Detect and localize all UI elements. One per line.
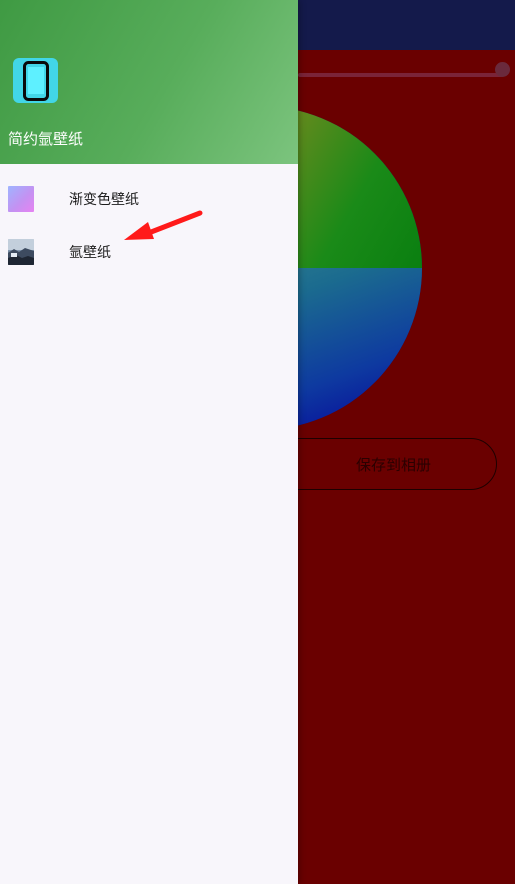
photo-thumbnail-icon bbox=[8, 239, 34, 265]
red-arrow-annotation bbox=[124, 210, 203, 240]
navigation-drawer: 简约氩壁纸 渐变色壁纸 氩壁纸 bbox=[0, 0, 298, 884]
drawer-item-label: 氩壁纸 bbox=[69, 245, 111, 261]
gradient-thumbnail-icon bbox=[8, 186, 34, 212]
drawer-header: 简约氩壁纸 bbox=[0, 0, 298, 164]
phone-icon bbox=[13, 58, 58, 103]
app-name: 简约氩壁纸 bbox=[8, 130, 84, 148]
